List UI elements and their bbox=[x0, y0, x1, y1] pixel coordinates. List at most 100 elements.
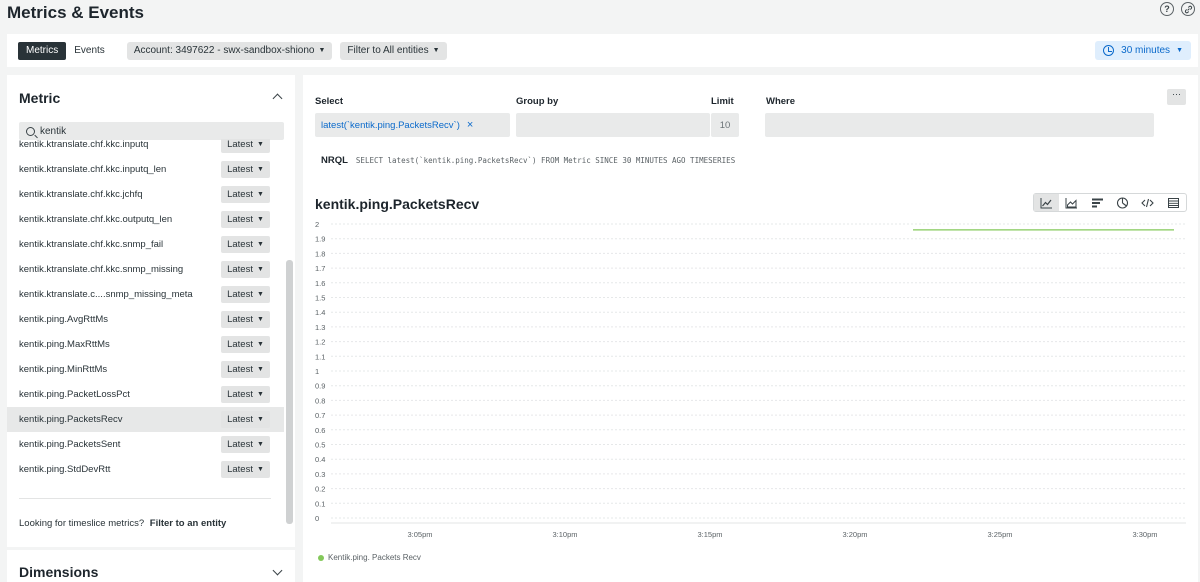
y-tick-label: 1.9 bbox=[315, 235, 325, 244]
metric-list-item[interactable]: kentik.ping.MaxRttMs Latest ▼ bbox=[7, 332, 284, 357]
metric-name: kentik.ktranslate.chf.kkc.inputq bbox=[19, 139, 149, 150]
chevron-down-icon: ▼ bbox=[1176, 47, 1183, 54]
metric-name: kentik.ping.AvgRttMs bbox=[19, 314, 109, 325]
time-label: 30 minutes bbox=[1121, 45, 1171, 56]
x-tick-label: 3:05pm bbox=[407, 530, 432, 539]
legend-label[interactable]: Kentik.ping. Packets Recv bbox=[328, 553, 421, 562]
chart-legend: Kentik.ping. Packets Recv bbox=[318, 553, 421, 562]
metric-list-item[interactable]: kentik.ktranslate.chf.kkc.snmp_missing La… bbox=[7, 257, 284, 282]
metric-panel: Metric kentik kentik.ktranslate.chf.kkc.… bbox=[7, 75, 295, 547]
dimensions-panel: Dimensions bbox=[7, 550, 295, 582]
more-options-button[interactable]: ··· bbox=[1167, 89, 1186, 105]
timeseries-chart: 2 1.9 1.8 1.7 1.6 1.5 1.4 1.3 1.2 1.1 1 0.9 0.8 0.7 0.… bbox=[315, 220, 1186, 539]
groupby-field[interactable] bbox=[516, 113, 710, 137]
aggregation-label: Latest bbox=[227, 364, 253, 375]
nrql-tag: NRQL bbox=[321, 155, 348, 166]
metric-name: kentik.ktranslate.c....snmp_missing_meta bbox=[19, 289, 193, 300]
y-tick-label: 0.3 bbox=[315, 470, 325, 479]
where-field[interactable] bbox=[765, 113, 1154, 137]
metric-search-input[interactable]: kentik bbox=[19, 122, 284, 140]
aggregation-label: Latest bbox=[227, 389, 253, 400]
aggregation-label: Latest bbox=[227, 164, 253, 175]
aggregation-dropdown[interactable]: Latest ▼ bbox=[221, 236, 270, 253]
chevron-down-icon: ▼ bbox=[256, 366, 264, 373]
y-tick-label: 0.1 bbox=[315, 499, 325, 508]
table-icon[interactable] bbox=[1161, 194, 1186, 211]
y-tick-label: 2 bbox=[315, 220, 319, 229]
nrql-preview: NRQL SELECT latest(`kentik.ping.PacketsR… bbox=[321, 155, 735, 166]
metric-list-item[interactable]: kentik.ktranslate.chf.kkc.inputq Latest ▼ bbox=[7, 139, 284, 157]
y-tick-label: 1.4 bbox=[315, 308, 325, 317]
chevron-down-icon: ▼ bbox=[256, 241, 264, 248]
pie-chart-icon[interactable] bbox=[1110, 194, 1135, 211]
metric-list-item[interactable]: kentik.ping.PacketLossPct Latest ▼ bbox=[7, 382, 284, 407]
metric-list-item[interactable]: kentik.ktranslate.chf.kkc.snmp_fail Lates… bbox=[7, 232, 284, 257]
limit-placeholder: 10 bbox=[719, 119, 731, 131]
time-picker[interactable]: 30 minutes ▼ bbox=[1095, 41, 1191, 60]
aggregation-dropdown[interactable]: Latest ▼ bbox=[221, 461, 270, 478]
metric-list-item[interactable]: kentik.ping.StdDevRtt Latest ▼ bbox=[7, 457, 284, 482]
aggregation-dropdown[interactable]: Latest ▼ bbox=[221, 361, 270, 378]
y-tick-label: 0.4 bbox=[315, 455, 325, 464]
chevron-up-icon[interactable] bbox=[272, 93, 283, 104]
metric-name: kentik.ping.StdDevRtt bbox=[19, 464, 111, 475]
aggregation-dropdown[interactable]: Latest ▼ bbox=[221, 436, 270, 453]
area-chart-icon[interactable] bbox=[1059, 194, 1084, 211]
y-tick-label: 1.3 bbox=[315, 323, 325, 332]
metric-name: kentik.ping.PacketsSent bbox=[19, 439, 121, 450]
aggregation-dropdown[interactable]: Latest ▼ bbox=[221, 211, 270, 228]
aggregation-dropdown[interactable]: Latest ▼ bbox=[221, 386, 270, 403]
y-tick-label: 1.7 bbox=[315, 264, 325, 273]
entity-filter-dropdown[interactable]: Filter to All entities ▼ bbox=[340, 41, 447, 60]
chevron-down-icon: ▼ bbox=[256, 441, 264, 448]
chevron-down-icon: ▼ bbox=[256, 416, 264, 423]
x-tick-label: 3:15pm bbox=[697, 530, 722, 539]
metric-list-item[interactable]: kentik.ping.MinRttMs Latest ▼ bbox=[7, 357, 284, 382]
code-icon[interactable] bbox=[1135, 194, 1160, 211]
y-tick-label: 0.8 bbox=[315, 396, 325, 405]
link-icon[interactable] bbox=[1181, 2, 1195, 16]
aggregation-label: Latest bbox=[227, 314, 253, 325]
chart-type-switcher bbox=[1033, 193, 1187, 212]
bar-chart-icon[interactable] bbox=[1085, 194, 1110, 211]
select-chip-label: latest(`kentik.ping.PacketsRecv`) bbox=[321, 119, 460, 131]
aggregation-dropdown[interactable]: Latest ▼ bbox=[221, 139, 270, 153]
aggregation-label: Latest bbox=[227, 214, 253, 225]
metric-list-item[interactable]: kentik.ping.PacketsRecv Latest ▼ bbox=[7, 407, 284, 432]
filter-to-entity-link[interactable]: Filter to an entity bbox=[150, 518, 227, 529]
y-tick-label: 1 bbox=[315, 367, 319, 376]
limit-field[interactable]: 10 bbox=[711, 113, 739, 137]
question-circle-icon[interactable]: ? bbox=[1160, 2, 1174, 16]
y-tick-label: 0.2 bbox=[315, 485, 325, 494]
metric-list: kentik.ktranslate.chf.kkc.inputq Latest ▼ k… bbox=[7, 139, 285, 484]
metric-name: kentik.ping.PacketsRecv bbox=[19, 414, 123, 425]
aggregation-dropdown[interactable]: Latest ▼ bbox=[221, 161, 270, 178]
metric-list-item[interactable]: kentik.ktranslate.c....snmp_missing_meta… bbox=[7, 282, 284, 307]
aggregation-dropdown[interactable]: Latest ▼ bbox=[221, 261, 270, 278]
chevron-down-icon: ▼ bbox=[432, 47, 440, 54]
metric-list-item[interactable]: kentik.ping.AvgRttMs Latest ▼ bbox=[7, 307, 284, 332]
aggregation-dropdown[interactable]: Latest ▼ bbox=[221, 186, 270, 203]
aggregation-dropdown[interactable]: Latest ▼ bbox=[221, 411, 270, 428]
y-tick-label: 1.8 bbox=[315, 249, 325, 258]
aggregation-label: Latest bbox=[227, 139, 253, 150]
metric-list-item[interactable]: kentik.ping.PacketsSent Latest ▼ bbox=[7, 432, 284, 457]
aggregation-dropdown[interactable]: Latest ▼ bbox=[221, 286, 270, 303]
y-tick-label: 0.6 bbox=[315, 426, 325, 435]
metric-list-scrollbar[interactable] bbox=[286, 260, 293, 524]
metric-list-item[interactable]: kentik.ktranslate.chf.kkc.inputq_len Late… bbox=[7, 157, 284, 182]
account-dropdown[interactable]: Account: 3497622 - swx-sandbox-shiono ▼ bbox=[126, 41, 333, 60]
search-value: kentik bbox=[40, 125, 67, 137]
aggregation-dropdown[interactable]: Latest ▼ bbox=[221, 336, 270, 353]
x-tick-label: 3:30pm bbox=[1132, 530, 1157, 539]
line-chart-icon[interactable] bbox=[1034, 194, 1060, 211]
tab-events[interactable]: Events bbox=[66, 42, 113, 60]
metric-list-item[interactable]: kentik.ktranslate.chf.kkc.jchfq Latest ▼ bbox=[7, 182, 284, 207]
metric-list-item[interactable]: kentik.ktranslate.chf.kkc.outputq_len Lat… bbox=[7, 207, 284, 232]
tab-metrics[interactable]: Metrics bbox=[18, 41, 67, 60]
aggregation-dropdown[interactable]: Latest ▼ bbox=[221, 311, 270, 328]
select-field[interactable]: latest(`kentik.ping.PacketsRecv`) × bbox=[315, 113, 510, 137]
chevron-down-icon: ▼ bbox=[256, 316, 264, 323]
chevron-down-icon[interactable] bbox=[272, 565, 283, 576]
close-icon[interactable]: × bbox=[467, 119, 473, 131]
